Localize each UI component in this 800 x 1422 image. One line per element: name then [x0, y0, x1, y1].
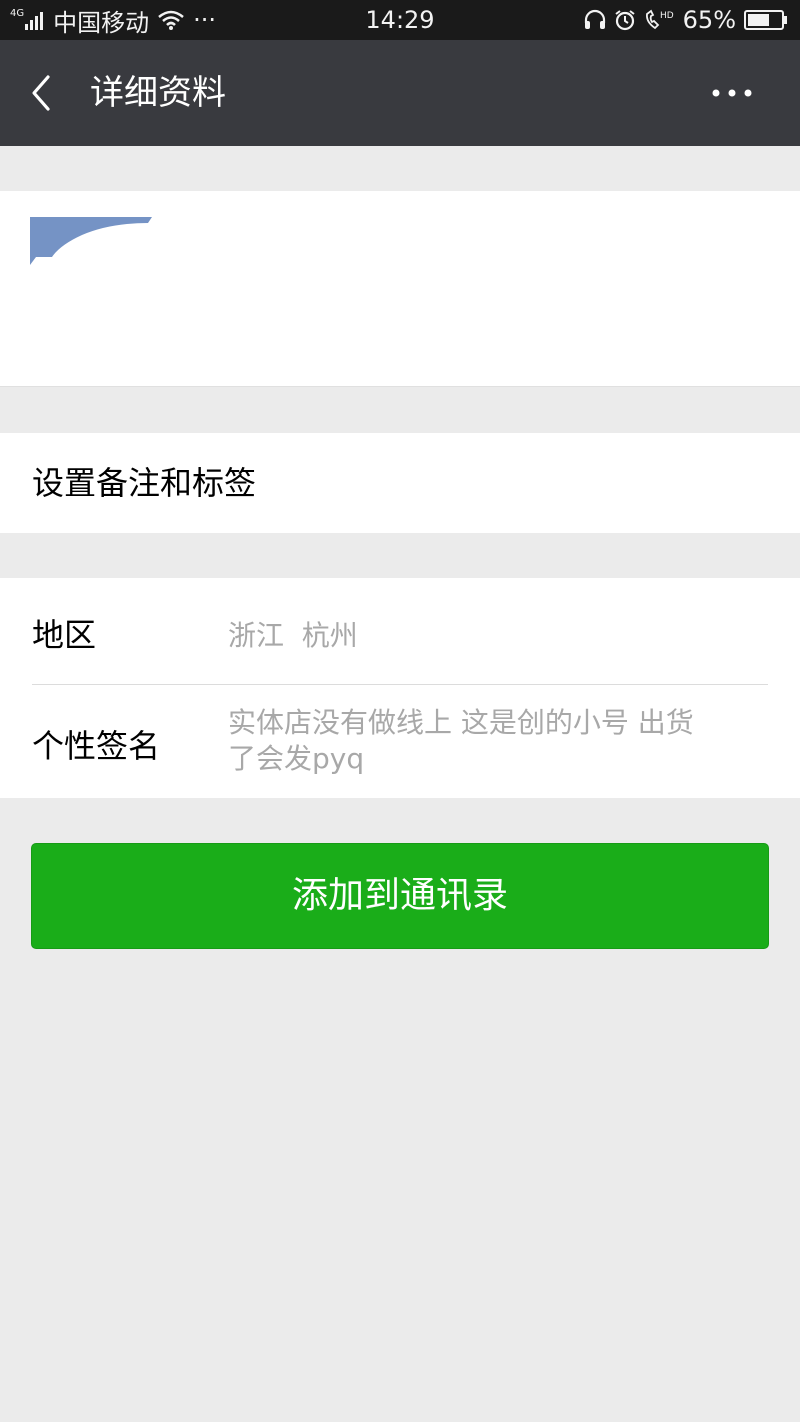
more-notifications: ···	[193, 6, 217, 34]
remark-tags-row[interactable]: 设置备注和标签	[0, 433, 800, 533]
signature-line-2: 了会发pyq	[228, 742, 365, 775]
remark-tags-label: 设置备注和标签	[32, 464, 257, 502]
status-right: HD 65%	[583, 0, 788, 40]
battery-percent: 65%	[682, 6, 736, 34]
signature-row: 个性签名 实体店没有做线上 这是创的小号 出货 了会发pyq	[0, 685, 800, 798]
alarm-icon	[615, 10, 635, 31]
avatar[interactable]	[30, 217, 154, 358]
network-type: 4G	[10, 7, 25, 19]
wifi-icon	[158, 10, 184, 30]
info-card: 地区 浙江 杭州 个性签名 实体店没有做线上 这是创的小号 出货 了会发pyq	[0, 578, 800, 798]
status-bar: 4G 中国移动 ··· 14:29 HD 65%	[0, 0, 800, 40]
signal-icon	[25, 12, 44, 30]
page-title: 详细资料	[90, 73, 226, 113]
region-label: 地区	[32, 616, 97, 654]
more-icon	[712, 89, 752, 97]
avatar-image	[30, 217, 152, 358]
region-row: 地区 浙江 杭州	[0, 578, 800, 684]
battery-icon	[744, 10, 787, 30]
nav-bar: 详细资料	[0, 40, 800, 146]
chevron-left-icon	[32, 75, 50, 111]
region-value: 浙江 杭州	[228, 619, 358, 652]
back-button[interactable]	[22, 73, 62, 113]
status-left: 4G 中国移动 ···	[10, 0, 216, 40]
add-to-contacts-button[interactable]: 添加到通讯录	[31, 843, 769, 949]
more-button[interactable]	[708, 80, 764, 106]
carrier-label: 中国移动	[53, 8, 150, 37]
signature-label: 个性签名	[32, 727, 161, 765]
profile-card	[0, 191, 800, 387]
hd-call-icon: HD	[645, 9, 674, 30]
svg-text:HD: HD	[660, 11, 674, 21]
signature-value: 实体店没有做线上 这是创的小号 出货 了会发pyq	[228, 705, 694, 777]
signature-line-1: 实体店没有做线上 这是创的小号 出货	[228, 706, 694, 739]
headset-icon	[584, 9, 605, 29]
